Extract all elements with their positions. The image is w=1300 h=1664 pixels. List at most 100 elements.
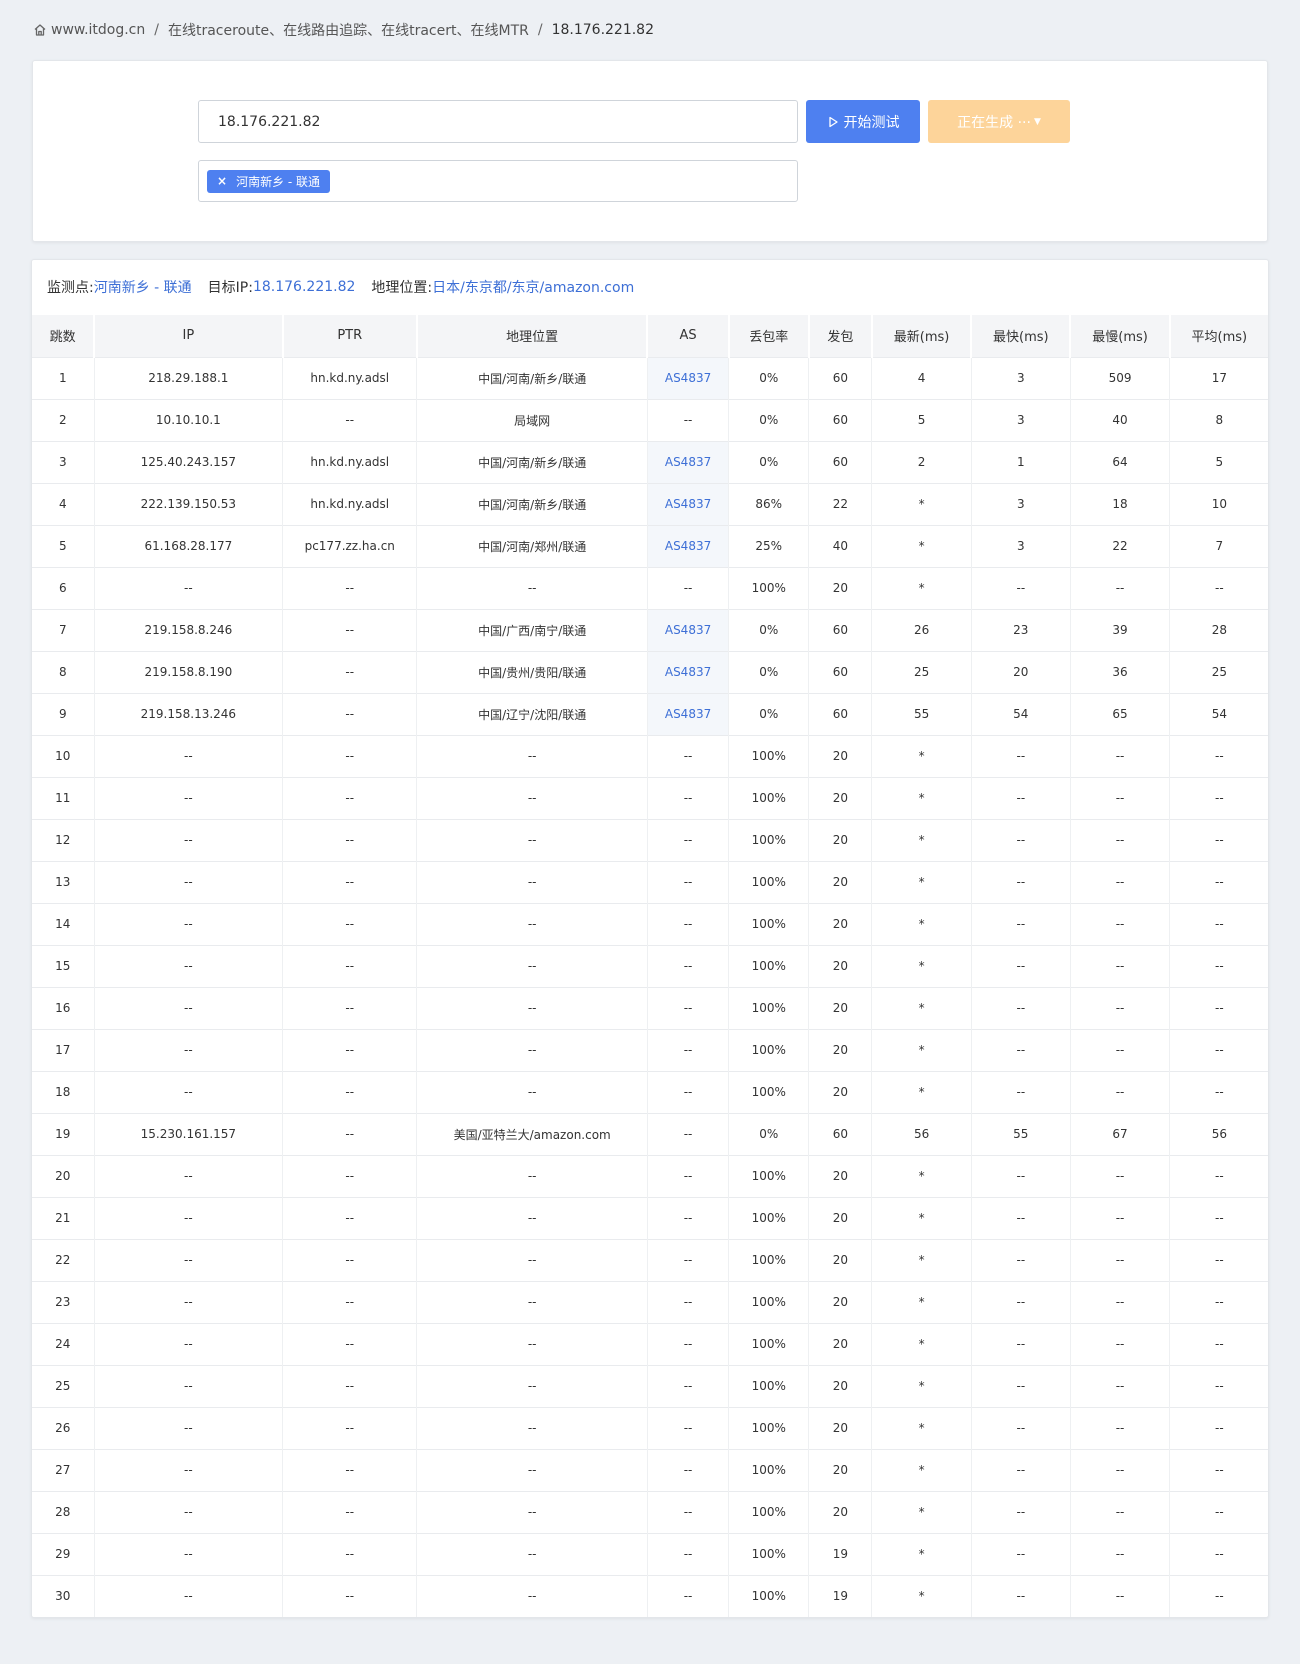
geo-location-label: 地理位置: <box>371 280 433 296</box>
breadcrumb-home-link[interactable]: www.itdog.cn <box>51 22 145 38</box>
cell-loss: 100% <box>728 986 810 1029</box>
cell-hop: 3 <box>32 440 95 483</box>
table-row: 20 -- -- -- -- 100% 20 * -- -- -- <box>32 1154 1268 1197</box>
as-link[interactable]: AS4837 <box>665 707 711 721</box>
col-header-best[interactable]: 最快(ms) <box>971 315 1072 357</box>
cell-worst: -- <box>1070 902 1171 945</box>
cell-ip: -- <box>94 1448 284 1491</box>
cell-hop: 28 <box>32 1490 95 1533</box>
col-header-worst[interactable]: 最慢(ms) <box>1070 315 1171 357</box>
cell-worst: -- <box>1070 1406 1171 1449</box>
cell-ptr: -- <box>282 1322 418 1365</box>
col-header-as[interactable]: AS <box>647 315 730 357</box>
cell-worst: -- <box>1070 986 1171 1029</box>
cell-ip: -- <box>94 1070 284 1113</box>
selected-node-tag[interactable]: × 河南新乡 - 联通 <box>207 169 331 193</box>
start-test-button[interactable]: 开始测试 <box>806 100 920 143</box>
breadcrumb-section-link[interactable]: 在线traceroute、在线路由追踪、在线tracert、在线MTR <box>168 20 529 40</box>
cell-ip: -- <box>94 776 284 819</box>
col-header-ip[interactable]: IP <box>94 315 284 357</box>
node-select[interactable]: × 河南新乡 - 联通 <box>198 160 798 202</box>
cell-as: AS4837 <box>647 524 730 567</box>
cell-best: 54 <box>971 692 1071 735</box>
cell-sent: 20 <box>808 944 873 987</box>
cell-avg: -- <box>1169 734 1268 777</box>
cell-ptr: -- <box>282 902 418 945</box>
col-header-geo[interactable]: 地理位置 <box>416 315 649 357</box>
cell-as: -- <box>647 1448 730 1491</box>
as-link[interactable]: AS4837 <box>665 497 711 511</box>
col-header-sent[interactable]: 发包 <box>808 315 873 357</box>
cell-ptr: -- <box>282 1028 418 1071</box>
cell-sent: 20 <box>808 566 873 609</box>
cell-as: -- <box>647 902 730 945</box>
cell-last: * <box>871 1154 972 1197</box>
cell-geo: 局域网 <box>416 398 648 441</box>
cell-loss: 100% <box>728 1070 810 1113</box>
cell-geo: -- <box>416 776 648 819</box>
as-link[interactable]: AS4837 <box>665 455 711 469</box>
cell-worst: -- <box>1070 1280 1171 1323</box>
cell-loss: 100% <box>728 734 810 777</box>
col-header-last[interactable]: 最新(ms) <box>871 315 973 357</box>
cell-ip: -- <box>94 944 284 987</box>
col-header-hop[interactable]: 跳数 <box>32 315 96 357</box>
cell-sent: 19 <box>808 1532 873 1575</box>
cell-last: 4 <box>871 356 972 399</box>
cell-sent: 20 <box>808 1238 873 1281</box>
cell-avg: -- <box>1169 1574 1268 1617</box>
cell-ptr: -- <box>282 608 418 651</box>
cell-hop: 9 <box>32 692 95 735</box>
as-link[interactable]: AS4837 <box>665 539 711 553</box>
cell-geo: -- <box>416 1028 648 1071</box>
cell-best: 20 <box>971 650 1071 693</box>
cell-avg: -- <box>1169 1490 1268 1533</box>
cell-geo: -- <box>416 1196 648 1239</box>
col-header-avg[interactable]: 平均(ms) <box>1169 315 1268 357</box>
table-row: 8 219.158.8.190 -- 中国/贵州/贵阳/联通 AS4837 0% 60 25 2… <box>32 650 1268 693</box>
cell-as: -- <box>647 860 730 903</box>
as-link[interactable]: AS4837 <box>665 665 711 679</box>
cell-worst: -- <box>1070 1238 1171 1281</box>
cell-geo: -- <box>416 1448 648 1491</box>
cell-worst: -- <box>1070 1196 1171 1239</box>
table-row: 7 219.158.8.246 -- 中国/广西/南宁/联通 AS4837 0% 60 26 2… <box>32 608 1268 651</box>
cell-ptr: -- <box>282 860 418 903</box>
cell-worst: -- <box>1070 1490 1171 1533</box>
as-link[interactable]: AS4837 <box>665 371 711 385</box>
cell-loss: 100% <box>728 566 810 609</box>
cell-sent: 20 <box>808 1154 873 1197</box>
cell-sent: 60 <box>808 608 873 651</box>
cell-sent: 60 <box>808 650 873 693</box>
table-row: 26 -- -- -- -- 100% 20 * -- -- -- <box>32 1406 1268 1449</box>
table-row: 21 -- -- -- -- 100% 20 * -- -- -- <box>32 1196 1268 1239</box>
start-test-label: 开始测试 <box>843 114 900 131</box>
cell-last: * <box>871 1028 972 1071</box>
col-header-ptr[interactable]: PTR <box>282 315 418 357</box>
cell-ip: -- <box>94 566 284 609</box>
ip-input[interactable] <box>198 100 798 143</box>
generating-label: 正在生成 ··· <box>957 114 1031 131</box>
close-icon[interactable]: × <box>217 174 227 188</box>
cell-ptr: pc177.zz.ha.cn <box>282 524 418 567</box>
table-row: 10 -- -- -- -- 100% 20 * -- -- -- <box>32 734 1268 777</box>
cell-ptr: hn.kd.ny.adsl <box>282 482 418 525</box>
cell-sent: 20 <box>808 986 873 1029</box>
cell-avg: 7 <box>1169 524 1268 567</box>
col-header-loss[interactable]: 丢包率 <box>728 315 810 357</box>
cell-best: 23 <box>971 608 1071 651</box>
cell-geo: 中国/广西/南宁/联通 <box>416 608 648 651</box>
cell-avg: -- <box>1169 1322 1268 1365</box>
cell-hop: 21 <box>32 1196 95 1239</box>
cell-ptr: -- <box>282 1112 418 1155</box>
table-row: 12 -- -- -- -- 100% 20 * -- -- -- <box>32 818 1268 861</box>
generating-button[interactable]: 正在生成 ··· ▼ <box>928 100 1070 143</box>
cell-ip: 222.139.150.53 <box>94 482 284 525</box>
table-row: 6 -- -- -- -- 100% 20 * -- -- -- <box>32 566 1268 609</box>
cell-loss: 100% <box>728 1532 810 1575</box>
as-link[interactable]: AS4837 <box>665 623 711 637</box>
monitor-value: 河南新乡 - 联通 <box>93 280 192 296</box>
cell-best: -- <box>971 1070 1071 1113</box>
home-icon[interactable] <box>33 23 47 37</box>
cell-geo: -- <box>416 1238 648 1281</box>
